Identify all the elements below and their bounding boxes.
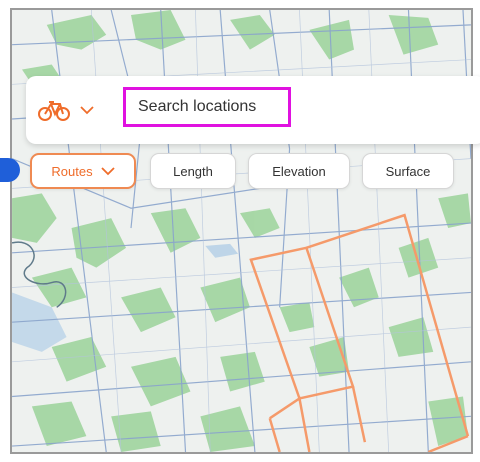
travel-mode-selector[interactable] — [38, 94, 110, 126]
routes-filter-button[interactable]: Routes — [30, 153, 136, 189]
bicycle-icon — [38, 101, 70, 121]
search-input[interactable]: Search locations — [123, 87, 291, 127]
length-filter-button[interactable]: Length — [150, 153, 236, 189]
map-viewport[interactable] — [10, 8, 473, 454]
routes-filter-label: Routes — [51, 163, 93, 179]
elevation-filter-label: Elevation — [272, 163, 326, 179]
length-filter-label: Length — [173, 163, 213, 179]
chevron-down-icon — [80, 106, 94, 115]
water-area — [205, 243, 239, 258]
search-input-placeholder: Search locations — [138, 98, 257, 115]
elevation-filter-button[interactable]: Elevation — [248, 153, 350, 189]
surface-filter-button[interactable]: Surface — [362, 153, 454, 189]
surface-filter-label: Surface — [385, 163, 431, 179]
search-panel: Search locations — [26, 76, 480, 144]
chevron-down-icon — [100, 167, 115, 176]
